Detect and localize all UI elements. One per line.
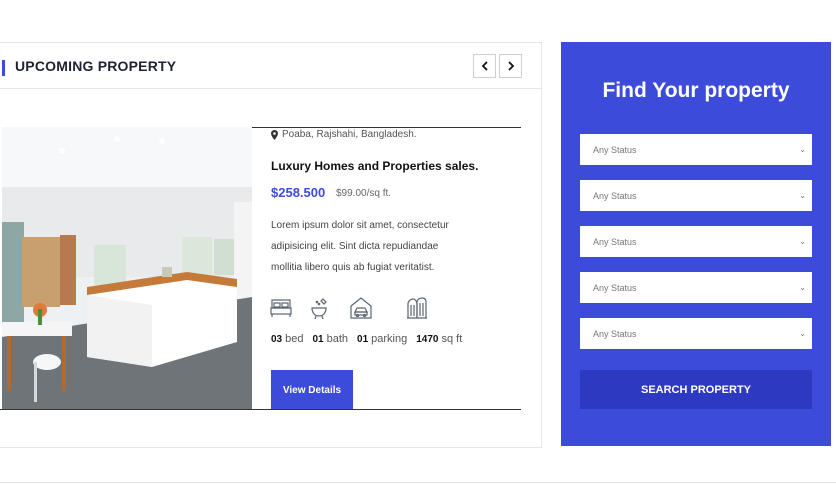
select-value: Any Status: [593, 190, 637, 201]
status-select-2[interactable]: Any Status ⌄: [580, 180, 812, 211]
select-value: Any Status: [593, 328, 637, 339]
search-title: Find Your property: [602, 79, 790, 102]
chevron-down-icon: ⌄: [799, 145, 806, 154]
location-text: Poaba, Rajshahi, Bangladesh.: [282, 129, 417, 140]
search-property-button[interactable]: SEARCH PROPERTY: [580, 370, 812, 409]
listing-features: 03 bed 01 bath 01 parking 1470 sq ft: [271, 333, 462, 345]
view-details-button[interactable]: View Details: [271, 370, 353, 410]
status-select-4[interactable]: Any Status ⌄: [580, 272, 812, 303]
card-bottom-divider: [0, 409, 521, 410]
bed-icon: [270, 296, 292, 320]
feature-baths: 01 bath: [312, 333, 349, 345]
bath-icon: [308, 296, 330, 320]
property-photo[interactable]: [2, 127, 252, 409]
chevron-down-icon: ⌄: [799, 237, 806, 246]
chevron-right-icon: [507, 61, 514, 71]
status-select-3[interactable]: Any Status ⌄: [580, 226, 812, 257]
status-select-5[interactable]: Any Status ⌄: [580, 318, 812, 349]
price-per-sqft: $99.00/sq ft.: [336, 188, 392, 199]
listing-location: Poaba, Rajshahi, Bangladesh.: [271, 129, 417, 140]
search-panel: Find Your property Any Status ⌄ Any Stat…: [561, 42, 831, 446]
upcoming-property-panel: UPCOMING PROPERTY Poaba, Rajshahi, Bangl…: [0, 42, 542, 448]
panel-header: UPCOMING PROPERTY: [0, 43, 541, 89]
feature-parking: 01 parking: [357, 333, 408, 345]
garage-icon: [350, 296, 372, 320]
page: UPCOMING PROPERTY Poaba, Rajshahi, Bangl…: [0, 0, 836, 484]
page-bottom-divider: [0, 482, 836, 483]
map-pin-icon: [271, 129, 278, 140]
card-top-divider: [252, 127, 521, 128]
chevron-down-icon: ⌄: [799, 329, 806, 338]
select-value: Any Status: [593, 144, 637, 155]
listing-title[interactable]: Luxury Homes and Properties sales.: [271, 159, 478, 173]
listing-description: Lorem ipsum dolor sit amet, consectetur …: [271, 220, 449, 273]
listing-price: $258.500: [271, 185, 326, 200]
chevron-left-icon: [481, 61, 488, 71]
status-select-1[interactable]: Any Status ⌄: [580, 134, 812, 165]
area-icon: [406, 296, 428, 320]
chevron-down-icon: ⌄: [799, 191, 806, 200]
chevron-down-icon: ⌄: [799, 283, 806, 292]
feature-beds: 03 bed: [271, 333, 304, 345]
previous-button[interactable]: [473, 54, 496, 78]
feature-area: 1470 sq ft: [416, 333, 463, 345]
section-title: UPCOMING PROPERTY: [15, 58, 177, 74]
next-button[interactable]: [499, 54, 522, 78]
select-value: Any Status: [593, 282, 637, 293]
select-value: Any Status: [593, 236, 637, 247]
kitchen-image: [2, 127, 252, 409]
title-accent-bar: [2, 60, 5, 76]
